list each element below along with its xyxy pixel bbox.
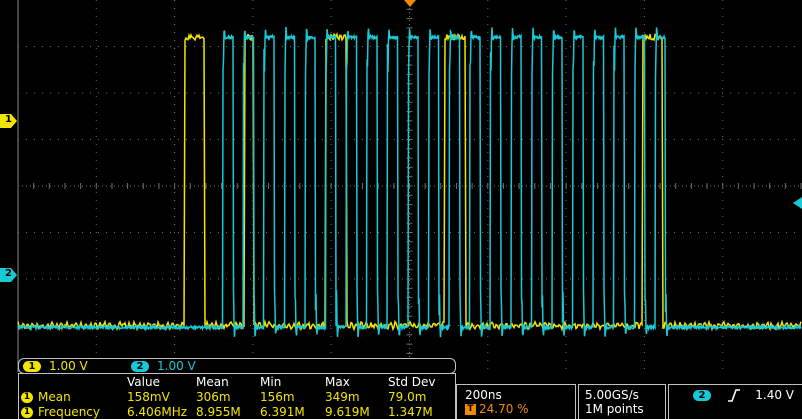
ch1-marker-label: 1 [5,114,12,125]
measurement-row-frequency[interactable]: 1 Frequency 6.406MHz 8.955M 6.391M 9.619M… [19,405,455,419]
measurement-source-badge: 1 [21,392,33,403]
ch2-ground-marker[interactable]: 2 [0,267,18,282]
measurement-header-value: Value [127,375,160,389]
measurement-label: 1 Frequency [21,405,100,419]
ch1-scale-value: 1.00 V [49,359,88,373]
measurement-name: Frequency [38,405,100,419]
waveform-traces [17,26,802,338]
ch1-ground-marker[interactable]: 1 [0,113,18,128]
trigger-position: T 24.70 % [465,402,529,416]
ch2-badge: 2 [131,361,149,372]
trigger-position-marker-icon [404,0,416,7]
measurement-std-dev: 79.0m [388,390,427,404]
measurement-source-badge: 1 [21,407,33,418]
measurement-mean: 8.955M [196,405,241,419]
measurement-header-mean: Mean [196,375,229,389]
acquisition-readout[interactable]: 5.00GS/s 1M points [578,384,666,419]
ch2-scale-readout[interactable]: 2 1.00 V [131,359,196,373]
trigger-level-arrow-icon [793,197,802,209]
trigger-position-value: 24.70 % [479,402,529,416]
trigger-source-badge: 2 [693,390,711,401]
record-length: 1M points [585,402,644,416]
measurement-mean: 306m [196,390,231,404]
sample-rate: 5.00GS/s [585,388,639,402]
measurement-min: 156m [260,390,295,404]
measurement-row-mean[interactable]: 1 Mean 158mV 306m 156m 349m 79.0m [19,390,455,404]
trigger-t-icon: T [465,404,476,415]
measurement-header-std-dev: Std Dev [388,375,436,389]
measurement-std-dev: 1.347M [388,405,433,419]
trigger-readout[interactable]: 2 1.40 V [668,384,802,419]
measurement-min: 6.391M [260,405,305,419]
channel-scale-bar: 1 1.00 V 2 1.00 V [18,358,456,374]
measurement-max: 9.619M [325,405,370,419]
measurement-max: 349m [325,390,360,404]
measurement-header-max: Max [325,375,350,389]
ch1-scale-readout[interactable]: 1 1.00 V [23,359,88,373]
rising-edge-icon [728,389,740,402]
oscilloscope-screen: 1 2 1 1.00 V 2 1.00 V Value Mean Min Max S… [0,0,802,419]
measurement-value: 158mV [127,390,170,404]
timebase-readout[interactable]: 200ns T 24.70 % [456,384,576,419]
ch1-waveform [17,31,802,332]
trigger-level: 1.40 V [755,388,794,402]
ch1-badge: 1 [23,361,41,372]
ch2-waveform [17,26,802,338]
measurement-value: 6.406MHz [127,405,188,419]
waveform-display [17,0,802,373]
horizontal-scale: 200ns [465,388,502,402]
measurement-header-min: Min [260,375,282,389]
measurements-panel: Value Mean Min Max Std Dev 1 Mean 158mV 3… [18,373,456,419]
measurement-label: 1 Mean [21,390,71,404]
ch2-scale-value: 1.00 V [157,359,196,373]
ch2-marker-label: 2 [5,268,12,279]
measurement-name: Mean [38,390,71,404]
